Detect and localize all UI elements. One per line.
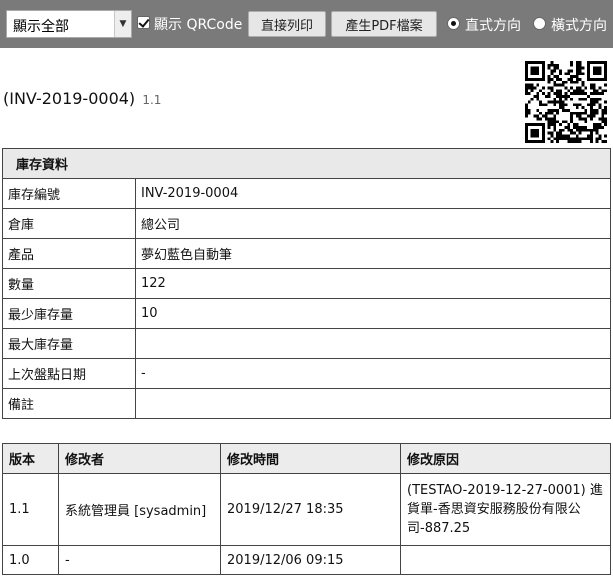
field-value: 夢幻藍色自動筆 bbox=[135, 238, 611, 269]
column-header-reason: 修改原因 bbox=[400, 443, 611, 474]
table-row: 1.0 - 2019/12/06 09:15 bbox=[2, 545, 611, 575]
revision-reason bbox=[400, 545, 611, 575]
revision-editor: 系統管理員 [sysadmin] bbox=[58, 473, 221, 546]
inventory-table: 庫存資料 庫存編號 INV-2019-0004 倉庫 總公司 產品 夢幻藍色自動… bbox=[2, 148, 611, 419]
field-label: 產品 bbox=[2, 238, 136, 269]
table-row: 倉庫 總公司 bbox=[2, 208, 611, 239]
qrcode-image bbox=[525, 61, 607, 143]
field-value: 總公司 bbox=[135, 208, 611, 239]
table-row: 1.1 系統管理員 [sysadmin] 2019/12/27 18:35 (T… bbox=[2, 473, 611, 546]
revision-time: 2019/12/06 09:15 bbox=[220, 545, 401, 575]
field-value bbox=[135, 388, 611, 419]
show-qrcode-label[interactable]: 顯示 QRCode bbox=[154, 14, 242, 34]
revision-editor: - bbox=[58, 545, 221, 575]
table-row: 庫存編號 INV-2019-0004 bbox=[2, 178, 611, 209]
print-button[interactable]: 直接列印 bbox=[248, 11, 326, 37]
landscape-radio[interactable] bbox=[533, 17, 546, 30]
inventory-section-title: 庫存資料 bbox=[2, 148, 611, 179]
revision-history-table: 版本 修改者 修改時間 修改原因 1.1 系統管理員 [sysadmin] 20… bbox=[2, 443, 611, 575]
field-value: 10 bbox=[135, 298, 611, 329]
table-row: 備註 bbox=[2, 388, 611, 419]
revision-reason: (TESTAO-2019-12-27-0001) 進貨單-香思資安服務股份有限公… bbox=[400, 473, 611, 546]
table-row: 最大庫存量 bbox=[2, 328, 611, 359]
field-label: 數量 bbox=[2, 268, 136, 299]
field-label: 最大庫存量 bbox=[2, 328, 136, 359]
column-header-editor: 修改者 bbox=[58, 443, 221, 474]
field-value: - bbox=[135, 358, 611, 389]
field-label: 倉庫 bbox=[2, 208, 136, 239]
chevron-down-icon[interactable]: ▼ bbox=[114, 11, 131, 37]
document-id: (INV-2019-0004) bbox=[3, 89, 136, 108]
field-label: 最少庫存量 bbox=[2, 298, 136, 329]
field-value: 122 bbox=[135, 268, 611, 299]
field-value bbox=[135, 328, 611, 359]
table-row: 產品 夢幻藍色自動筆 bbox=[2, 238, 611, 269]
column-header-time: 修改時間 bbox=[220, 443, 401, 474]
revision-version: 1.0 bbox=[2, 545, 59, 575]
portrait-label[interactable]: 直式方向 bbox=[465, 15, 521, 35]
table-row: 最少庫存量 10 bbox=[2, 298, 611, 329]
document-title: (INV-2019-0004) 1.1 bbox=[3, 89, 161, 108]
display-filter-value: 顯示全部 bbox=[13, 19, 69, 35]
generate-pdf-button[interactable]: 產生PDF檔案 bbox=[331, 11, 437, 37]
field-value: INV-2019-0004 bbox=[135, 178, 611, 209]
display-filter-select[interactable]: 顯示全部 ▼ bbox=[6, 10, 132, 38]
field-label: 上次盤點日期 bbox=[2, 358, 136, 389]
toolbar: 顯示全部 ▼ 顯示 QRCode 直接列印 產生PDF檔案 直式方向 橫式方向 bbox=[0, 0, 613, 48]
portrait-radio[interactable] bbox=[447, 17, 460, 30]
revision-version: 1.1 bbox=[2, 473, 59, 546]
field-label: 庫存編號 bbox=[2, 178, 136, 209]
table-row: 上次盤點日期 - bbox=[2, 358, 611, 389]
table-row: 數量 122 bbox=[2, 268, 611, 299]
show-qrcode-checkbox[interactable] bbox=[137, 16, 150, 29]
document-version: 1.1 bbox=[142, 93, 162, 107]
column-header-version: 版本 bbox=[2, 443, 59, 474]
revision-time: 2019/12/27 18:35 bbox=[220, 473, 401, 546]
landscape-label[interactable]: 橫式方向 bbox=[551, 15, 607, 35]
field-label: 備註 bbox=[2, 388, 136, 419]
